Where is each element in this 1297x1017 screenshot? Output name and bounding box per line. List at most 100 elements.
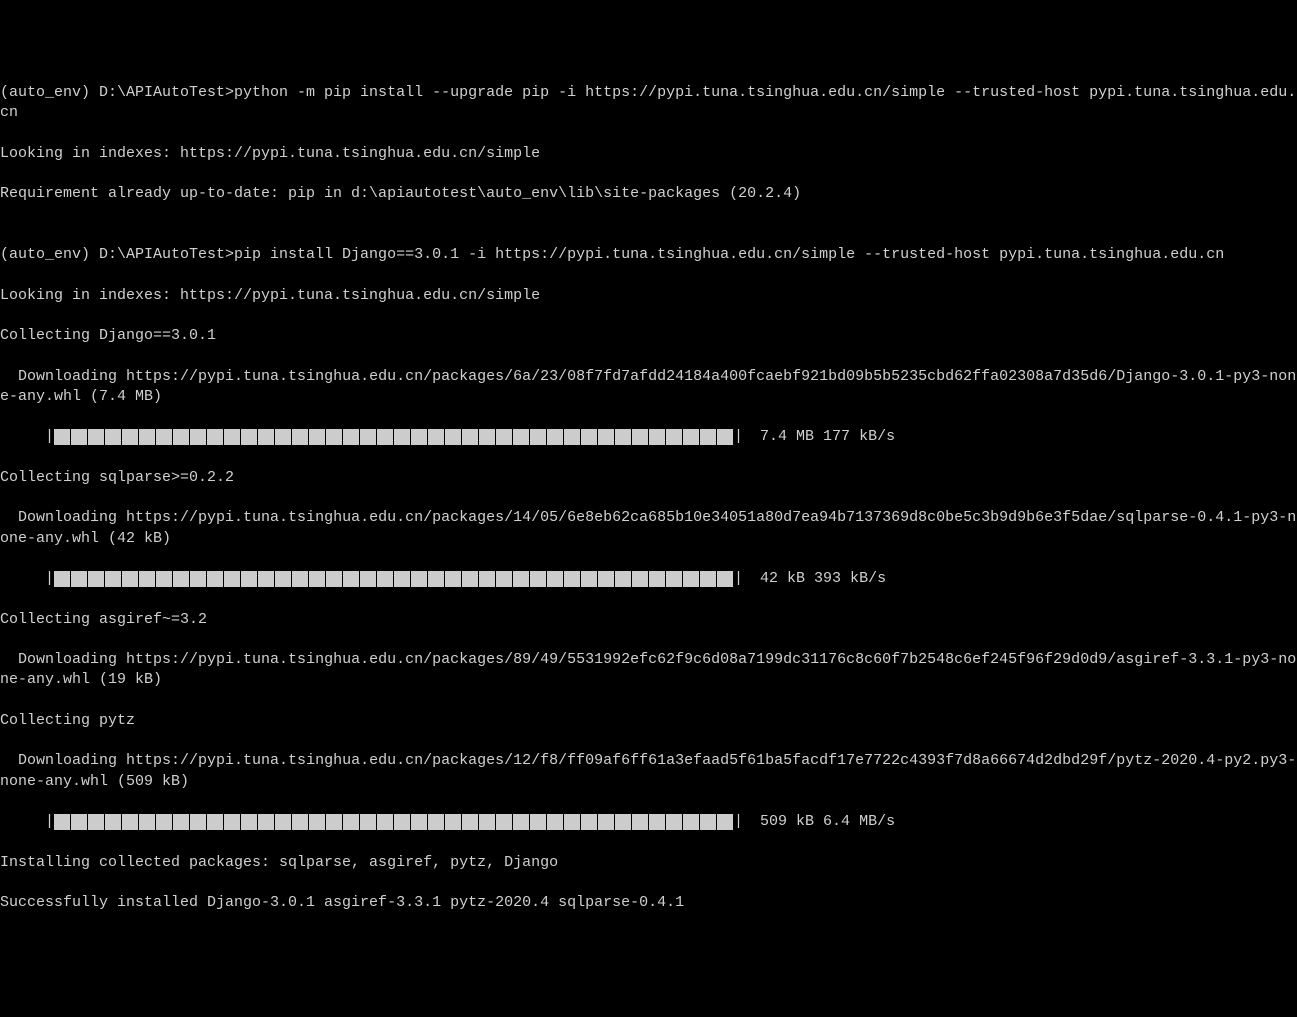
progress-block-icon [666, 429, 682, 445]
progress-block-icon [513, 429, 529, 445]
progress-block-icon [326, 814, 342, 830]
progress-block-icon [292, 429, 308, 445]
progress-block-icon [241, 814, 257, 830]
progress-block-icon [207, 571, 223, 587]
progress-block-icon [700, 571, 716, 587]
progress-block-icon [479, 814, 495, 830]
progress-line: | | 42 kB 393 kB/s [0, 569, 1297, 589]
progress-block-icon [139, 571, 155, 587]
terminal-line: (auto_env) D:\APIAutoTest>python -m pip … [0, 83, 1297, 124]
progress-block-icon [309, 429, 325, 445]
progress-block-icon [598, 814, 614, 830]
progress-block-icon [275, 571, 291, 587]
progress-block-icon [496, 571, 512, 587]
progress-block-icon [190, 429, 206, 445]
progress-block-icon [71, 429, 87, 445]
progress-block-icon [581, 571, 597, 587]
terminal-line: Downloading https://pypi.tuna.tsinghua.e… [0, 650, 1297, 691]
progress-block-icon [649, 429, 665, 445]
progress-block-icon [241, 429, 257, 445]
progress-block-icon [530, 429, 546, 445]
progress-block-icon [530, 571, 546, 587]
terminal-line: Downloading https://pypi.tuna.tsinghua.e… [0, 508, 1297, 549]
progress-block-icon [326, 429, 342, 445]
progress-block-icon [445, 571, 461, 587]
progress-bar [54, 571, 734, 587]
progress-block-icon [649, 814, 665, 830]
progress-block-icon [224, 429, 240, 445]
progress-block-icon [717, 429, 733, 445]
progress-block-icon [360, 429, 376, 445]
terminal-line: Requirement already up-to-date: pip in d… [0, 184, 1297, 204]
progress-block-icon [343, 571, 359, 587]
progress-block-icon [632, 814, 648, 830]
progress-pipe: | [734, 812, 743, 832]
progress-block-icon [207, 814, 223, 830]
progress-block-icon [683, 814, 699, 830]
terminal-line: (auto_env) D:\APIAutoTest>pip install Dj… [0, 245, 1297, 265]
progress-block-icon [700, 814, 716, 830]
progress-block-icon [428, 571, 444, 587]
progress-block-icon [598, 429, 614, 445]
terminal-line: Collecting pytz [0, 711, 1297, 731]
terminal-line: Looking in indexes: https://pypi.tuna.ts… [0, 144, 1297, 164]
progress-block-icon [411, 571, 427, 587]
progress-block-icon [377, 814, 393, 830]
progress-block-icon [343, 429, 359, 445]
progress-block-icon [411, 814, 427, 830]
progress-block-icon [564, 814, 580, 830]
progress-block-icon [309, 814, 325, 830]
progress-block-icon [428, 429, 444, 445]
progress-pipe: | [734, 427, 743, 447]
progress-block-icon [105, 429, 121, 445]
progress-block-icon [564, 429, 580, 445]
progress-block-icon [445, 814, 461, 830]
terminal-line: Collecting asgiref~=3.2 [0, 610, 1297, 630]
progress-block-icon [156, 429, 172, 445]
progress-block-icon [224, 814, 240, 830]
progress-block-icon [343, 814, 359, 830]
progress-block-icon [54, 814, 70, 830]
terminal-line: Installing collected packages: sqlparse,… [0, 853, 1297, 873]
terminal-line: Downloading https://pypi.tuna.tsinghua.e… [0, 367, 1297, 408]
progress-block-icon [241, 571, 257, 587]
progress-block-icon [547, 429, 563, 445]
progress-block-icon [54, 429, 70, 445]
progress-block-icon [683, 571, 699, 587]
progress-block-icon [173, 814, 189, 830]
progress-block-icon [479, 429, 495, 445]
progress-line: | | 7.4 MB 177 kB/s [0, 427, 1297, 447]
progress-block-icon [462, 571, 478, 587]
progress-block-icon [598, 571, 614, 587]
progress-block-icon [496, 814, 512, 830]
progress-block-icon [292, 571, 308, 587]
progress-block-icon [275, 429, 291, 445]
progress-block-icon [258, 814, 274, 830]
progress-block-icon [581, 814, 597, 830]
progress-block-icon [377, 429, 393, 445]
progress-text: 7.4 MB 177 kB/s [751, 427, 895, 447]
progress-block-icon [122, 429, 138, 445]
progress-block-icon [666, 814, 682, 830]
progress-block-icon [105, 571, 121, 587]
progress-block-icon [496, 429, 512, 445]
progress-block-icon [649, 571, 665, 587]
progress-indent: | [0, 427, 54, 447]
progress-block-icon [513, 814, 529, 830]
progress-block-icon [428, 814, 444, 830]
progress-block-icon [632, 571, 648, 587]
progress-block-icon [139, 814, 155, 830]
progress-block-icon [564, 571, 580, 587]
progress-block-icon [411, 429, 427, 445]
progress-block-icon [377, 571, 393, 587]
progress-block-icon [530, 814, 546, 830]
progress-block-icon [139, 429, 155, 445]
progress-block-icon [615, 571, 631, 587]
progress-block-icon [700, 429, 716, 445]
progress-block-icon [547, 814, 563, 830]
progress-block-icon [683, 429, 699, 445]
progress-block-icon [462, 429, 478, 445]
progress-text: 509 kB 6.4 MB/s [751, 812, 895, 832]
progress-block-icon [547, 571, 563, 587]
progress-block-icon [394, 814, 410, 830]
